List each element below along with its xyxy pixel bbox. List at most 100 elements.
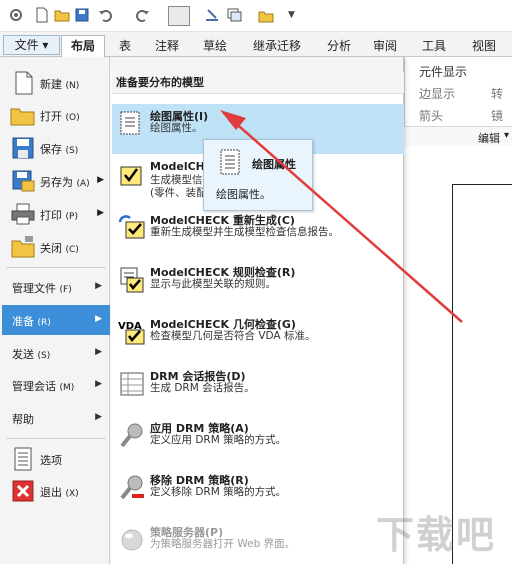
menu-save[interactable]: 保存 (S) (6, 133, 110, 163)
apply-drm-policy-icon (120, 423, 143, 448)
rule-check-icon (120, 267, 144, 293)
prepare-item-desc: 定义移除 DRM 策略的方式。 (150, 486, 287, 498)
menu-save-as-arrow-icon: ▶ (97, 175, 104, 185)
prepare-item-desc: 为策略服务器打开 Web 界面。 (150, 538, 296, 550)
menu-open[interactable]: 打开 (O) (6, 100, 110, 130)
prepare-item-drm-report[interactable]: DRM 会话报告(D) 生成 DRM 会话报告。 (112, 364, 404, 414)
exit-icon (12, 480, 34, 502)
prepare-item-desc: 重新生成模型并生成模型检查信息报告。 (150, 226, 339, 238)
new-icon[interactable] (34, 7, 50, 23)
menu-exit[interactable]: 退出 (X) (6, 476, 110, 506)
prepare-item-desc: 生成 DRM 会话报告。 (150, 382, 255, 394)
tab-legacy-migration[interactable]: 继承迁移 (244, 36, 310, 56)
prepare-item-geometry-check[interactable]: VDA ModelCHECK 几何检查(G) 检查模型几何是否符合 VDA 标准… (112, 312, 404, 362)
arrow-button[interactable]: 箭头 (419, 107, 443, 124)
submenu-send[interactable]: 发送 (S) ▶ (2, 338, 110, 368)
tab-file-label: 文件 (14, 38, 39, 52)
menu-options-label: 选项 (40, 454, 62, 467)
menu-save-as[interactable]: 另存为 (A) ▶ (6, 166, 110, 196)
submenu-manage-session[interactable]: 管理会话 (M) ▶ (2, 370, 110, 400)
close-folder-icon (11, 236, 35, 258)
print-icon (11, 203, 35, 225)
submenu-help[interactable]: 帮助 ▶ (2, 403, 110, 433)
tab-analysis[interactable]: 分析 (320, 36, 358, 56)
tooltip: 绘图属性 绘图属性。 (203, 139, 313, 211)
tab-file[interactable]: 文件 ▾ (3, 35, 60, 55)
tooltip-desc: 绘图属性。 (216, 188, 271, 201)
convert-button[interactable]: 转 (491, 85, 503, 102)
menu-new-label: 新建 (N) (40, 78, 80, 91)
regenerate-icon[interactable] (204, 7, 220, 23)
ribbon-tab-bar: 文件 ▾ 布局 表 注释 草绘 继承迁移 分析 审阅 工具 视图 (0, 32, 512, 57)
drawing-properties-icon (220, 149, 240, 175)
chevron-right-icon: ▶ (95, 379, 102, 389)
submenu-prepare-label: 准备 (R) (12, 315, 51, 328)
menu-print-label: 打印 (P) (40, 209, 78, 222)
save-icon[interactable] (74, 7, 90, 23)
save-as-icon (12, 170, 35, 192)
tooltip-title: 绘图属性 (252, 158, 296, 171)
vda-geometry-check-icon: VDA (118, 321, 145, 345)
edge-display-button[interactable]: 边显示 (419, 85, 455, 102)
tab-layout[interactable]: 布局 (61, 35, 105, 57)
menu-exit-label: 退出 (X) (40, 486, 79, 499)
submenu-manage-file[interactable]: 管理文件 (F) ▶ (2, 272, 110, 302)
windows-icon[interactable] (226, 7, 242, 23)
edit-group-label: 编辑 ▾ (404, 126, 512, 146)
modelcheck-regenerate-icon (118, 215, 145, 239)
remove-drm-policy-icon (120, 475, 144, 500)
submenu-help-label: 帮助 (12, 413, 34, 426)
menu-open-label: 打开 (O) (40, 110, 80, 123)
edit-group-label-text: 编辑 (478, 132, 500, 145)
undo-icon[interactable] (98, 7, 114, 23)
prepare-item-desc: 绘图属性。 (150, 122, 203, 134)
menu-close[interactable]: 关闭 (C) (6, 232, 110, 262)
modelcheck-icon (120, 166, 142, 186)
menu-separator (6, 267, 106, 268)
tab-view[interactable]: 视图 (464, 36, 504, 56)
qat-customize-icon[interactable]: ▼ (288, 10, 295, 20)
new-file-icon (15, 71, 33, 95)
tab-tools[interactable]: 工具 (414, 36, 454, 56)
menu-save-as-label: 另存为 (A) (40, 176, 90, 189)
submenu-send-label: 发送 (S) (12, 348, 51, 361)
settings-icon[interactable] (8, 7, 24, 23)
chevron-right-icon: ▶ (95, 412, 102, 422)
menu-separator (6, 438, 106, 439)
chevron-right-icon: ▶ (95, 281, 102, 291)
chevron-right-icon: ▶ (95, 347, 102, 357)
chevron-right-icon: ▶ (95, 314, 102, 324)
open-folder-icon (10, 108, 35, 126)
menu-new[interactable]: 新建 (N) (6, 68, 110, 98)
component-display-button[interactable]: 元件显示 (419, 63, 467, 80)
prepare-item-apply-drm[interactable]: 应用 DRM 策略(A) 定义应用 DRM 策略的方式。 (112, 416, 404, 466)
drawing-sheet-border (452, 184, 512, 564)
quick-access-toolbar: ▼ (0, 0, 512, 32)
prepare-item-modelcheck-regenerate[interactable]: ModelCHECK 重新生成(C) 重新生成模型并生成模型检查信息报告。 (112, 208, 404, 258)
mirror-button[interactable]: 镜 (491, 107, 503, 124)
tab-table[interactable]: 表 (112, 36, 138, 56)
tab-review[interactable]: 审阅 (366, 36, 404, 56)
policy-server-icon (121, 529, 143, 551)
open-icon[interactable] (54, 7, 70, 23)
prepare-item-remove-drm[interactable]: 移除 DRM 策略(R) 定义移除 DRM 策略的方式。 (112, 468, 404, 518)
close-window-icon[interactable] (258, 7, 274, 23)
prepare-item-desc: 定义应用 DRM 策略的方式。 (150, 434, 287, 446)
window-select-button[interactable] (168, 6, 190, 26)
prepare-item-desc: 显示与此模型关联的规则。 (150, 278, 276, 290)
submenu-prepare[interactable]: 准备 (R) ▶ (2, 305, 110, 335)
drm-report-icon (120, 372, 144, 396)
prepare-item-rule-check[interactable]: ModelCHECK 规则检查(R) 显示与此模型关联的规则。 (112, 260, 404, 310)
menu-print[interactable]: 打印 (P) ▶ (6, 199, 110, 229)
save-icon (12, 137, 34, 159)
submenu-manage-session-label: 管理会话 (M) (12, 380, 75, 393)
menu-close-label: 关闭 (C) (40, 242, 79, 255)
drawing-properties-icon (120, 111, 140, 135)
tab-annotate[interactable]: 注释 (148, 36, 186, 56)
tab-sketch[interactable]: 草绘 (196, 36, 234, 56)
options-icon (14, 447, 32, 471)
menu-options[interactable]: 选项 (6, 444, 110, 474)
redo-icon[interactable] (134, 7, 150, 23)
menu-save-label: 保存 (S) (40, 143, 79, 156)
submenu-manage-file-label: 管理文件 (F) (12, 282, 72, 295)
